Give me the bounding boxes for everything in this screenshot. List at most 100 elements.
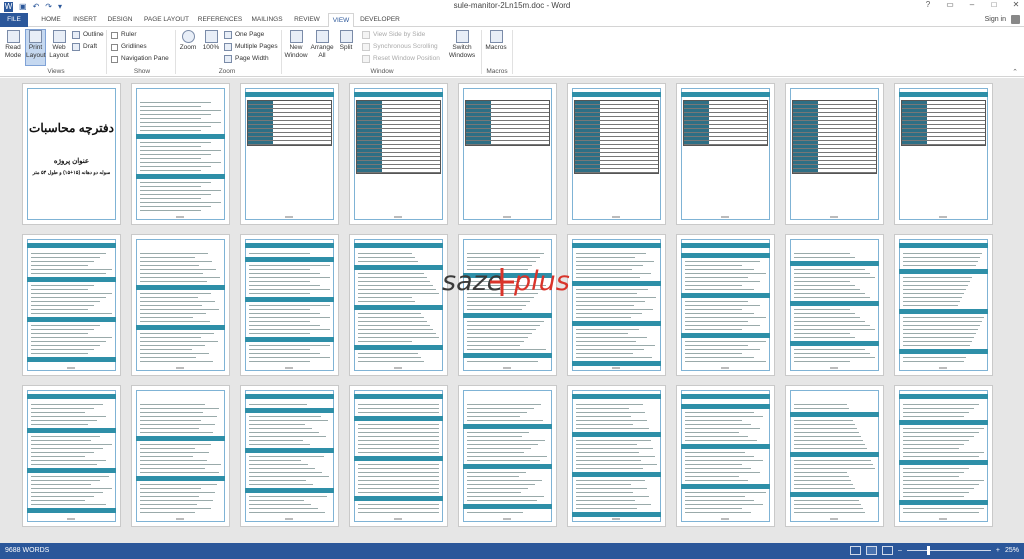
- page-thumbnail[interactable]: [894, 83, 993, 225]
- tab-references[interactable]: REFERENCES: [197, 13, 243, 27]
- ribbon-display-options-button[interactable]: ▭: [944, 0, 956, 9]
- switch-windows-button[interactable]: Switch Windows: [445, 30, 479, 59]
- page-thumbnail[interactable]: [458, 234, 557, 376]
- page-thumbnail[interactable]: [458, 385, 557, 527]
- page-table-cell: [575, 137, 600, 140]
- zoom-slider[interactable]: [906, 546, 991, 555]
- page-thumbnail[interactable]: [349, 234, 448, 376]
- page-thumbnail[interactable]: [131, 83, 230, 225]
- minimize-button[interactable]: –: [966, 0, 978, 9]
- document-area[interactable]: دفترچه محاسبات عنوان پروژه سوله دو دهانه (…: [0, 78, 1024, 543]
- collapse-ribbon-icon[interactable]: ⌃: [1012, 68, 1018, 76]
- page-thumbnail[interactable]: [676, 234, 775, 376]
- synchronous-scrolling-button[interactable]: Synchronous Scrolling: [362, 42, 438, 52]
- tab-home[interactable]: HOME: [37, 13, 65, 27]
- page-thumbnail[interactable]: [131, 385, 230, 527]
- page-thumbnail[interactable]: [894, 385, 993, 527]
- reset-window-position-icon: [362, 55, 370, 63]
- text-line: [576, 504, 651, 505]
- page-thumbnail[interactable]: [567, 385, 666, 527]
- reset-window-position-button[interactable]: Reset Window Position: [362, 54, 440, 64]
- text-line: [31, 305, 94, 306]
- page-table-cell: [793, 137, 818, 140]
- read-mode-button[interactable]: Read Mode: [2, 30, 24, 59]
- outline-button[interactable]: Outline: [72, 30, 104, 40]
- tab-view[interactable]: VIEW: [328, 13, 354, 28]
- one-page-button[interactable]: One Page: [224, 30, 264, 40]
- multiple-pages-button[interactable]: Multiple Pages: [224, 42, 278, 52]
- text-line: [467, 341, 524, 342]
- page-table-cell: [600, 137, 658, 140]
- section-heading-bar: [354, 345, 443, 350]
- text-line: [467, 333, 532, 334]
- gridlines-checkbox[interactable]: Gridlines: [111, 42, 147, 52]
- print-layout-view-icon[interactable]: [865, 546, 877, 555]
- page-table-cell: [902, 133, 927, 136]
- sign-in-link[interactable]: Sign in: [985, 16, 1006, 23]
- draft-button[interactable]: Draft: [72, 42, 97, 52]
- page-thumbnail[interactable]: [349, 385, 448, 527]
- ribbon: Read Mode Print Layout Web Layout Outlin…: [0, 27, 1024, 77]
- page-thumbnail[interactable]: [567, 234, 666, 376]
- page-thumbnail[interactable]: [676, 83, 775, 225]
- close-button[interactable]: ✕: [1010, 0, 1022, 9]
- tab-developer[interactable]: DEVELOPER: [360, 13, 400, 27]
- web-layout-view-icon[interactable]: [881, 546, 893, 555]
- zoom-100-button[interactable]: 100%: [201, 30, 221, 52]
- text-line: [903, 412, 969, 413]
- text-line: [576, 337, 647, 338]
- tab-mailings[interactable]: MAILINGS: [249, 13, 285, 27]
- tab-review[interactable]: REVIEW: [292, 13, 322, 27]
- page-thumbnail[interactable]: [894, 234, 993, 376]
- tab-file[interactable]: FILE: [0, 13, 28, 27]
- page-thumbnail[interactable]: [676, 385, 775, 527]
- page-width-button[interactable]: Page Width: [224, 54, 269, 64]
- macros-button[interactable]: Macros: [484, 30, 508, 52]
- new-window-button[interactable]: New Window: [284, 30, 308, 59]
- text-line: [31, 341, 106, 342]
- read-mode-label: Read Mode: [4, 44, 22, 59]
- arrange-all-button[interactable]: Arrange All: [310, 30, 334, 59]
- page-thumbnail[interactable]: دفترچه محاسبات عنوان پروژه سوله دو دهانه (…: [22, 83, 121, 225]
- zoom-out-icon[interactable]: –: [898, 547, 902, 554]
- print-layout-button[interactable]: Print Layout: [25, 29, 46, 66]
- text-line: [903, 257, 980, 258]
- page-thumbnail[interactable]: [22, 385, 121, 527]
- zoom-slider-thumb[interactable]: [926, 546, 930, 555]
- text-line: [140, 472, 219, 473]
- navigation-pane-checkbox[interactable]: Navigation Pane: [111, 54, 169, 64]
- read-mode-view-icon[interactable]: [849, 546, 861, 555]
- word-count[interactable]: 9688 WORDS: [5, 547, 49, 554]
- page-thumbnail[interactable]: [785, 234, 884, 376]
- page-thumbnail[interactable]: [240, 83, 339, 225]
- page-thumbnail[interactable]: [785, 83, 884, 225]
- page-thumbnail[interactable]: [785, 385, 884, 527]
- zoom-in-icon[interactable]: +: [996, 547, 1000, 554]
- web-layout-button[interactable]: Web Layout: [48, 30, 70, 59]
- split-button[interactable]: Split: [336, 30, 356, 52]
- page-thumbnail[interactable]: [458, 83, 557, 225]
- view-side-by-side-button[interactable]: View Side by Side: [362, 30, 425, 40]
- page-table-cell: [248, 121, 273, 124]
- text-line: [576, 484, 631, 485]
- ruler-checkbox[interactable]: Ruler: [111, 30, 137, 40]
- help-button[interactable]: ?: [922, 0, 934, 9]
- page-thumbnail[interactable]: [567, 83, 666, 225]
- text-line: [358, 253, 412, 254]
- tab-design[interactable]: DESIGN: [106, 13, 134, 27]
- tab-page-layout[interactable]: PAGE LAYOUT: [141, 13, 192, 27]
- watermark-logo: saze plus: [442, 266, 570, 297]
- section-heading-bar: [899, 500, 988, 505]
- zoom-button[interactable]: Zoom: [178, 30, 198, 52]
- page-thumbnail[interactable]: [22, 234, 121, 376]
- zoom-percentage[interactable]: 25%: [1005, 547, 1019, 554]
- page-thumbnail[interactable]: [240, 385, 339, 527]
- page-thumbnail[interactable]: [349, 83, 448, 225]
- page-table-cell: [491, 101, 549, 104]
- text-line: [358, 472, 439, 473]
- user-avatar-icon[interactable]: [1011, 15, 1020, 24]
- page-thumbnail[interactable]: [240, 234, 339, 376]
- maximize-button[interactable]: □: [988, 0, 1000, 9]
- tab-insert[interactable]: INSERT: [70, 13, 100, 27]
- page-thumbnail[interactable]: [131, 234, 230, 376]
